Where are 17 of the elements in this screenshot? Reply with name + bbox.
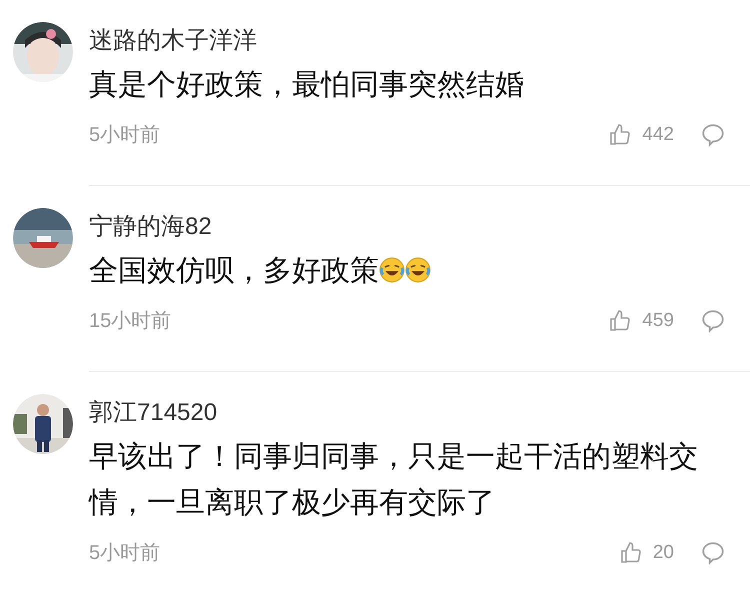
- timestamp: 15小时前: [89, 309, 172, 334]
- comment-icon[interactable]: [700, 122, 726, 148]
- timestamp: 5小时前: [89, 541, 160, 566]
- timestamp: 5小时前: [89, 123, 160, 148]
- comment-icon[interactable]: [700, 540, 726, 566]
- username[interactable]: 迷路的木子洋洋: [89, 26, 257, 56]
- laughing-emoji-icon: [379, 257, 405, 283]
- thumbs-up-icon: [608, 123, 632, 147]
- comment-icon[interactable]: [700, 308, 726, 334]
- comment-text: 全国效仿呗，多好政策: [89, 248, 726, 294]
- username[interactable]: 郭江714520: [89, 398, 218, 428]
- comment-text: 早该出了！同事归同事，只是一起干活的塑料交情，一旦离职了极少再有交际了: [89, 440, 699, 521]
- comment-text: 真是个好政策，最怕同事突然结婚: [89, 68, 525, 103]
- thumbs-up-icon: [608, 309, 632, 333]
- laughing-emoji-icon: [405, 257, 431, 283]
- username[interactable]: 宁静的海82: [89, 212, 212, 242]
- thumbs-up-icon: [618, 541, 643, 565]
